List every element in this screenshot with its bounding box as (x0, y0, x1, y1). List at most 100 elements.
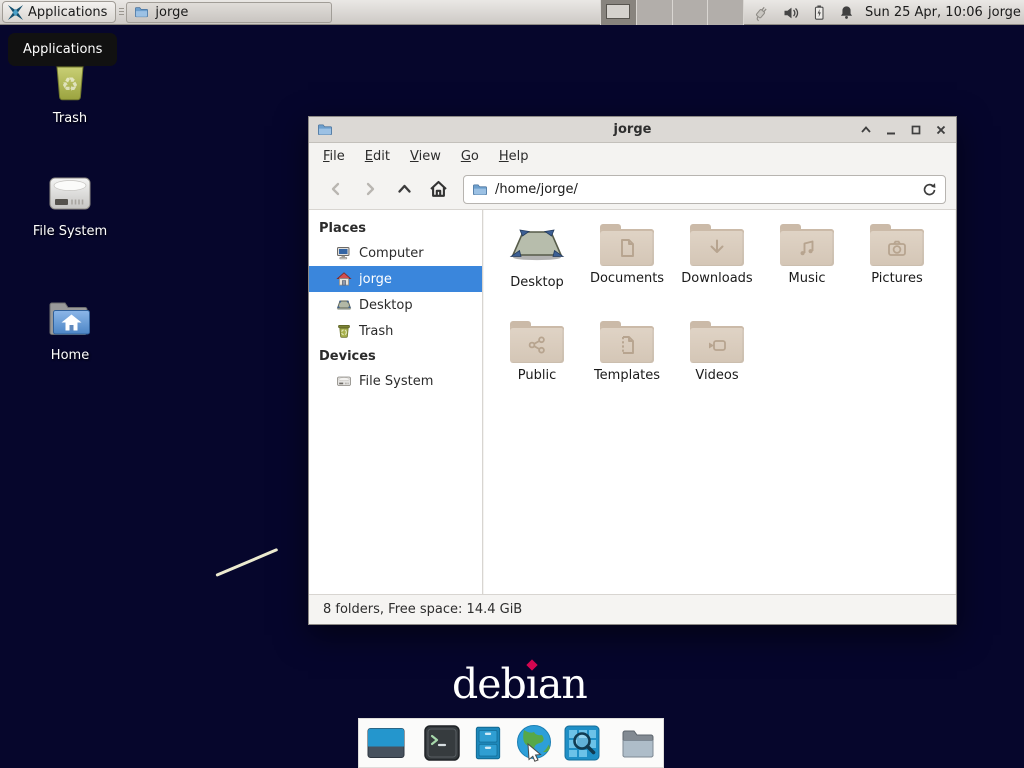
menu-file[interactable]: File (313, 145, 355, 168)
workspace-3[interactable] (673, 0, 709, 25)
taskbar-handle (118, 4, 124, 20)
sidebar-item-jorge[interactable]: jorge (309, 266, 482, 292)
desktop-icon-filesystem[interactable]: File System (22, 172, 118, 239)
app-finder-launcher[interactable] (562, 722, 602, 764)
sidebar-item-label: Trash (359, 324, 393, 339)
folder-icon (600, 321, 654, 363)
desktop-icon-trash[interactable]: ♻ Trash (22, 56, 118, 126)
system-tray (752, 0, 855, 25)
sidebar-item-label: Desktop (359, 298, 413, 313)
desktop-icon-label: Trash (22, 111, 118, 126)
terminal-icon (422, 723, 462, 763)
file-manager-launcher[interactable] (470, 722, 506, 764)
taskbar-window-label: jorge (155, 5, 188, 20)
workspace-1[interactable] (601, 0, 637, 25)
computer-icon (336, 245, 352, 261)
file-templates[interactable]: Templates (582, 321, 672, 418)
download-arrow-glyph (705, 236, 729, 260)
file-manager-window: jorge File Edit View Go Help (308, 116, 957, 625)
video-camera-glyph (705, 333, 729, 357)
file-label: Pictures (852, 271, 942, 286)
desktop-icon-label: Home (22, 348, 118, 363)
menu-edit[interactable]: Edit (355, 145, 400, 168)
file-desktop[interactable]: Desktop (492, 224, 582, 321)
drive-icon (336, 373, 352, 389)
file-pictures[interactable]: Pictures (852, 224, 942, 321)
file-label: Downloads (672, 271, 762, 286)
home-button[interactable] (421, 174, 455, 204)
trash-icon (336, 323, 352, 339)
file-label: Music (762, 271, 852, 286)
path-bar[interactable] (463, 175, 946, 204)
home-icon (336, 271, 352, 287)
user-name: jorge (988, 5, 1021, 20)
sidebar-item-filesystem[interactable]: File System (309, 368, 482, 394)
folder-icon (510, 321, 564, 363)
path-folder-icon (472, 182, 488, 197)
file-label: Videos (672, 368, 762, 383)
power-cable-icon[interactable] (752, 3, 771, 22)
file-cabinet-icon (470, 723, 506, 763)
share-glyph (525, 333, 549, 357)
panel-clock[interactable]: Sun 25 Apr, 10:06 (865, 0, 983, 25)
bottom-dock (358, 718, 664, 768)
desktop-icon-home[interactable]: Home (22, 296, 118, 363)
file-videos[interactable]: Videos (672, 321, 762, 418)
back-button[interactable] (319, 174, 353, 204)
camera-glyph (885, 236, 909, 260)
reload-icon[interactable] (922, 182, 937, 197)
titlebar[interactable]: jorge (309, 117, 956, 143)
show-desktop-button[interactable] (366, 722, 406, 764)
applications-menu-label: Applications (28, 5, 107, 20)
notification-bell-icon[interactable] (838, 4, 855, 21)
debian-logo-part2: an (538, 660, 587, 708)
sidebar-item-computer[interactable]: Computer (309, 240, 482, 266)
clock-text: Sun 25 Apr, 10:06 (865, 5, 983, 20)
web-browser-launcher[interactable] (514, 722, 554, 764)
file-label: Desktop (492, 275, 582, 290)
sidebar-item-label: jorge (359, 272, 392, 287)
volume-icon[interactable] (782, 4, 800, 22)
recycle-glyph: ♻ (61, 74, 78, 96)
menubar: File Edit View Go Help (309, 143, 956, 169)
folder-icon (690, 224, 744, 266)
folder-icon (870, 224, 924, 266)
file-label: Templates (582, 368, 672, 383)
directory-menu-button[interactable] (618, 722, 658, 764)
taskbar-window-button[interactable]: jorge (126, 2, 332, 23)
sidebar-item-trash[interactable]: Trash (309, 318, 482, 344)
status-text: 8 folders, Free space: 14.4 GiB (323, 602, 522, 617)
file-public[interactable]: Public (492, 321, 582, 418)
forward-button[interactable] (353, 174, 387, 204)
file-music[interactable]: Music (762, 224, 852, 321)
shade-button[interactable] (859, 123, 873, 137)
up-button[interactable] (387, 174, 421, 204)
file-label: Documents (582, 271, 672, 286)
workspace-window-preview (606, 4, 630, 19)
workspace-2[interactable] (637, 0, 673, 25)
path-input[interactable] (495, 182, 915, 197)
close-button[interactable] (934, 123, 948, 137)
menu-help[interactable]: Help (489, 145, 539, 168)
music-notes-glyph (795, 236, 819, 260)
battery-icon[interactable] (811, 3, 827, 22)
sidebar-places-header: Places (309, 216, 482, 240)
file-downloads[interactable]: Downloads (672, 224, 762, 321)
file-icon-view: Desktop Documents Downloads (484, 210, 955, 594)
sidebar-item-desktop[interactable]: Desktop (309, 292, 482, 318)
applications-menu-button[interactable]: Applications (2, 1, 116, 23)
terminal-launcher[interactable] (422, 722, 462, 764)
maximize-button[interactable] (909, 123, 923, 137)
desktop-icon-label: File System (22, 224, 118, 239)
sidebar-item-label: Computer (359, 246, 424, 261)
minimize-button[interactable] (884, 123, 898, 137)
folder-stack-icon (618, 723, 658, 763)
workspace-4[interactable] (708, 0, 744, 25)
home-folder-icon (45, 296, 95, 340)
user-actions-menu[interactable]: jorge (988, 0, 1021, 25)
folder-icon (134, 5, 149, 19)
desktop-wallpaper-icon (366, 723, 406, 763)
menu-view[interactable]: View (400, 145, 451, 168)
file-documents[interactable]: Documents (582, 224, 672, 321)
menu-go[interactable]: Go (451, 145, 489, 168)
